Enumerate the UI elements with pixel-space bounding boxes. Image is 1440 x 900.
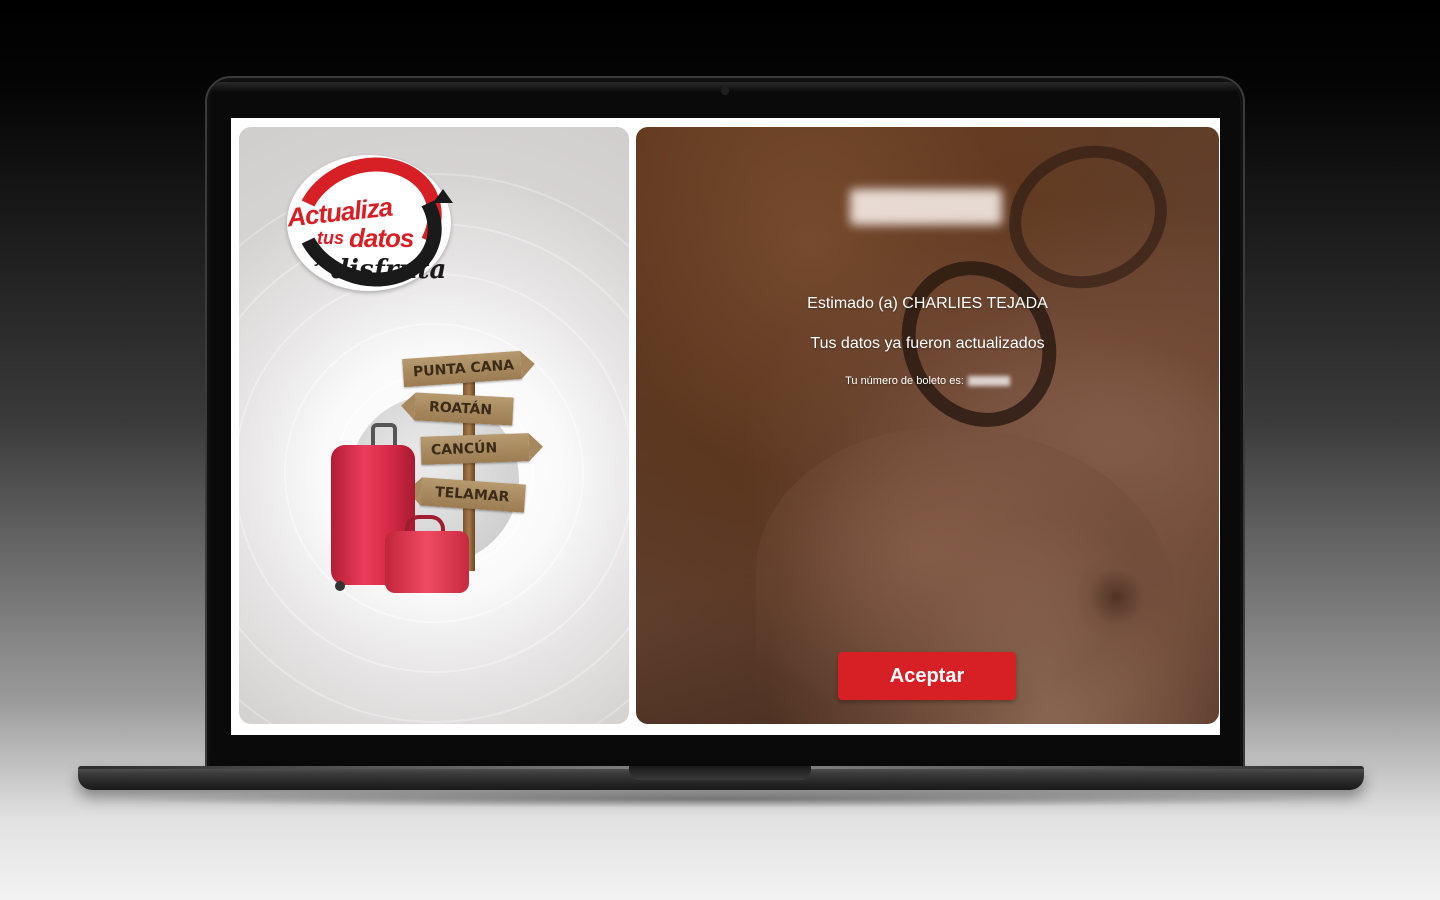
laptop-base <box>78 766 1364 790</box>
suitcase-handle <box>371 423 397 447</box>
confirmation-panel: Estimado (a) CHARLIES TEJADA Tus datos y… <box>636 127 1219 724</box>
ticket-label: Tu número de boleto es: <box>845 375 964 387</box>
status-text: Tus datos ya fueron actualizados <box>810 335 1045 352</box>
logo-line-disfruta: disfruta <box>331 255 447 285</box>
webcam-icon <box>722 88 728 94</box>
laptop-shadow <box>110 790 1330 808</box>
base-notch <box>629 766 811 780</box>
redacted-header <box>850 189 1002 225</box>
sign-roatan: ROATÁN <box>414 392 514 426</box>
logo-line-y: y <box>315 250 323 266</box>
ticket-line: Tu número de boleto es: <box>636 375 1219 387</box>
greeting-text: Estimado (a) CHARLIES TEJADA <box>807 295 1048 312</box>
redacted-ticket-number <box>967 376 1010 387</box>
sign-cancun: CANCÚN <box>420 433 530 465</box>
accept-button[interactable]: Aceptar <box>838 652 1016 700</box>
travel-bag-icon <box>385 531 469 593</box>
campaign-logo: Actualiza tus datos y disfruta <box>275 137 461 307</box>
house-icon <box>433 189 453 203</box>
laptop-screen: Actualiza tus datos y disfruta PUNTA CAN… <box>231 118 1220 735</box>
promo-panel: Actualiza tus datos y disfruta PUNTA CAN… <box>239 127 629 724</box>
logo-line-datos: datos <box>349 223 414 253</box>
wheel-icon <box>335 581 345 591</box>
logo-line-tus: tus <box>317 228 344 248</box>
laptop-lid: Actualiza tus datos y disfruta PUNTA CAN… <box>205 76 1245 772</box>
